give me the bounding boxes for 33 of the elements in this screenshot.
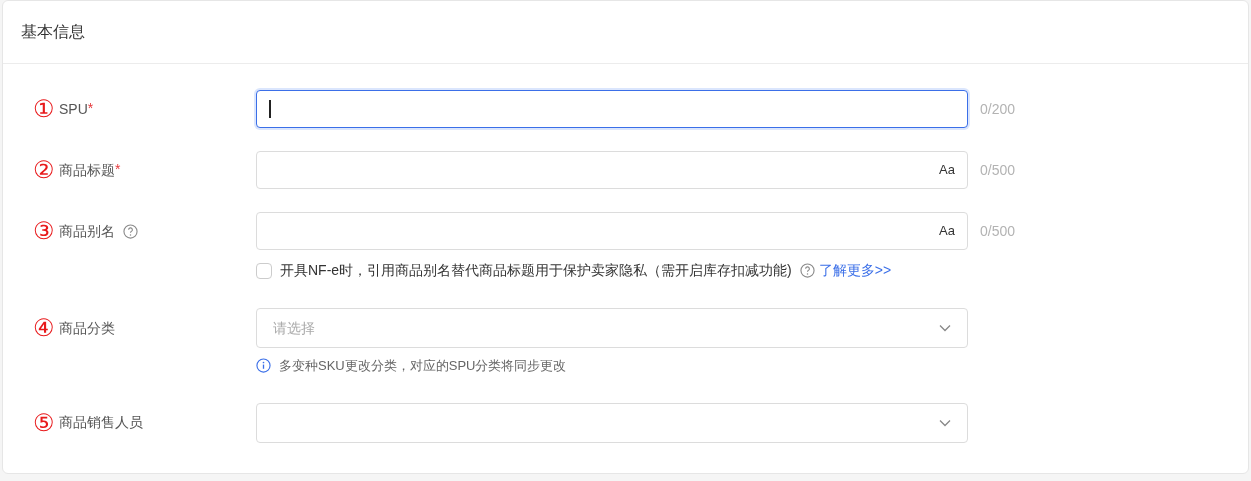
select-placeholder: 请选择 — [273, 318, 315, 338]
checkbox-label: 开具NF-e时，引用商品别名替代商品标题用于保护卖家隐私（需开启库存扣减功能) — [280, 261, 792, 280]
card-title: 基本信息 — [21, 22, 85, 42]
field-label: 商品别名 — [59, 221, 115, 241]
field-label: 商品标题 — [59, 160, 115, 180]
annotation-number: ② — [33, 158, 55, 182]
char-counter: 0/500 — [980, 221, 1016, 241]
field-label: 商品销售人员 — [59, 413, 143, 432]
char-counter: 0/200 — [980, 99, 1016, 119]
annotation-number: ③ — [33, 219, 55, 243]
field-label: SPU — [59, 99, 88, 119]
text-field[interactable]: Aa — [256, 151, 968, 189]
annotation-number: ① — [33, 97, 55, 121]
required-asterisk: * — [115, 160, 121, 179]
text-field[interactable] — [256, 90, 968, 128]
chevron-down-icon — [939, 324, 951, 332]
checkbox[interactable] — [256, 262, 272, 279]
annotation-number: ⑤ — [33, 410, 55, 435]
help-icon[interactable] — [799, 263, 815, 278]
chevron-down-icon — [939, 418, 951, 427]
hint-text: 多变种SKU更改分类，对应的SPU分类将同步更改 — [279, 357, 567, 375]
text-cursor — [269, 100, 271, 118]
learn-more-link[interactable]: 了解更多>> — [818, 260, 892, 281]
annotation-number: ④ — [33, 316, 55, 340]
required-asterisk: * — [87, 99, 94, 118]
case-toggle[interactable]: Aa — [939, 221, 955, 241]
text-field[interactable]: Aa — [256, 212, 968, 250]
info-icon — [256, 358, 271, 374]
char-counter: 0/500 — [980, 160, 1016, 180]
help-icon[interactable] — [123, 223, 138, 239]
select-field[interactable] — [256, 402, 968, 443]
case-toggle[interactable]: Aa — [939, 160, 955, 180]
field-label: 商品分类 — [59, 318, 115, 338]
